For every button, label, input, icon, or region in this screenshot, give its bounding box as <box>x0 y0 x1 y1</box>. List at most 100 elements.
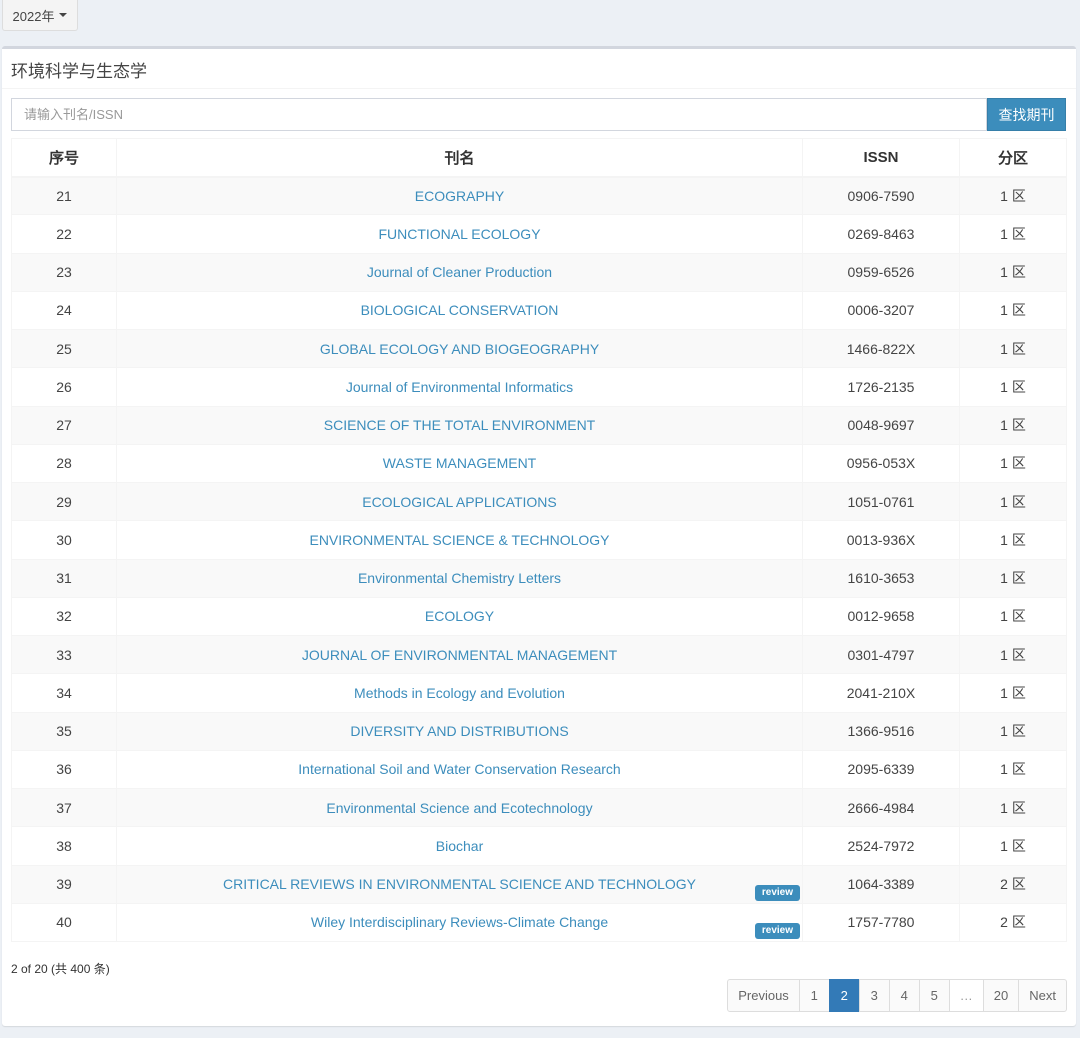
review-badge: review <box>754 884 800 901</box>
journal-link[interactable]: Environmental Science and Ecotechnology <box>326 800 592 816</box>
journal-link[interactable]: ECOLOGY <box>425 608 494 624</box>
journal-name-cell: CRITICAL REVIEWS IN ENVIRONMENTAL SCIENC… <box>116 864 803 904</box>
table-row: 37 Environmental Science and Ecotechnolog… <box>11 787 1067 828</box>
row-number: 24 <box>11 290 117 331</box>
journal-link[interactable]: International Soil and Water Conservatio… <box>298 761 620 777</box>
journal-name-cell: JOURNAL OF ENVIRONMENTAL MANAGEMENT <box>116 634 803 675</box>
zone-cell: 1 区 <box>959 405 1067 445</box>
journal-name-cell: ECOLOGICAL APPLICATIONS <box>116 481 803 522</box>
row-number: 22 <box>11 214 117 254</box>
journal-link[interactable]: FUNCTIONAL ECOLOGY <box>378 226 540 242</box>
journal-link[interactable]: WASTE MANAGEMENT <box>383 455 537 471</box>
journal-link[interactable]: ENVIRONMENTAL SCIENCE & TECHNOLOGY <box>309 532 609 548</box>
row-number: 25 <box>11 328 117 369</box>
journal-link[interactable]: Journal of Environmental Informatics <box>346 379 573 395</box>
row-number: 30 <box>11 520 117 560</box>
table-row: 22 FUNCTIONAL ECOLOGY 0269-8463 1 区 <box>11 214 1067 254</box>
header-name: 刊名 <box>116 138 803 178</box>
row-number: 23 <box>11 252 117 292</box>
table-row: 25 GLOBAL ECOLOGY AND BIOGEOGRAPHY 1466-82… <box>11 328 1067 369</box>
issn-cell: 1064-3389 <box>802 864 960 904</box>
table-row: 29 ECOLOGICAL APPLICATIONS 1051-0761 1 区 <box>11 481 1067 522</box>
page-button-3[interactable]: 3 <box>858 979 890 1012</box>
year-dropdown[interactable]: 2022年 <box>2 0 78 31</box>
journal-link[interactable]: JOURNAL OF ENVIRONMENTAL MANAGEMENT <box>302 647 617 663</box>
table-row: 34 Methods in Ecology and Evolution 2041-2… <box>11 673 1067 713</box>
previous-page-button[interactable]: Previous <box>727 979 800 1012</box>
journal-name-cell: BIOLOGICAL CONSERVATION <box>116 290 803 331</box>
row-number: 34 <box>11 673 117 713</box>
page-button-20[interactable]: 20 <box>982 979 1020 1012</box>
journal-link[interactable]: Journal of Cleaner Production <box>367 264 552 280</box>
row-number: 38 <box>11 826 117 866</box>
issn-cell: 2041-210X <box>802 673 960 713</box>
journal-name-cell: ECOLOGY <box>116 596 803 637</box>
row-number: 29 <box>11 481 117 522</box>
header-issn: ISSN <box>802 138 960 178</box>
issn-cell: 1726-2135 <box>802 367 960 407</box>
issn-cell: 2095-6339 <box>802 749 960 790</box>
journal-link[interactable]: Biochar <box>436 838 483 854</box>
journal-name-cell: WASTE MANAGEMENT <box>116 443 803 484</box>
issn-cell: 0959-6526 <box>802 252 960 292</box>
page-button-5[interactable]: 5 <box>918 979 950 1012</box>
journal-link[interactable]: DIVERSITY AND DISTRIBUTIONS <box>350 723 568 739</box>
issn-cell: 0956-053X <box>802 443 960 484</box>
category-title: 环境科学与生态学 <box>2 49 1076 89</box>
journal-link[interactable]: ECOGRAPHY <box>415 188 504 204</box>
journal-name-cell: ENVIRONMENTAL SCIENCE & TECHNOLOGY <box>116 520 803 560</box>
row-number: 37 <box>11 787 117 828</box>
row-number: 21 <box>11 175 117 216</box>
zone-cell: 1 区 <box>959 596 1067 637</box>
journal-table: 序号 刊名 ISSN 分区 21 ECOGRAPHY 0906-7590 1 区 22 F… <box>11 138 1067 943</box>
search-input[interactable] <box>11 98 987 131</box>
row-number: 33 <box>11 634 117 675</box>
issn-cell: 1757-7780 <box>802 902 960 943</box>
zone-cell: 1 区 <box>959 711 1067 751</box>
next-page-button[interactable]: Next <box>1018 979 1067 1012</box>
page-button-1[interactable]: 1 <box>798 979 830 1012</box>
zone-cell: 1 区 <box>959 749 1067 790</box>
table-row: 21 ECOGRAPHY 0906-7590 1 区 <box>11 175 1067 216</box>
journal-link[interactable]: CRITICAL REVIEWS IN ENVIRONMENTAL SCIENC… <box>223 876 696 892</box>
table-row: 23 Journal of Cleaner Production 0959-6526… <box>11 252 1067 292</box>
header-no: 序号 <box>11 138 117 178</box>
journal-link[interactable]: Methods in Ecology and Evolution <box>354 685 565 701</box>
row-number: 40 <box>11 902 117 943</box>
zone-cell: 1 区 <box>959 826 1067 866</box>
row-number: 39 <box>11 864 117 904</box>
issn-cell: 0013-936X <box>802 520 960 560</box>
issn-cell: 0269-8463 <box>802 214 960 254</box>
issn-cell: 2666-4984 <box>802 787 960 828</box>
journal-name-cell: FUNCTIONAL ECOLOGY <box>116 214 803 254</box>
issn-cell: 1051-0761 <box>802 481 960 522</box>
journal-name-cell: International Soil and Water Conservatio… <box>116 749 803 790</box>
page-button-2[interactable]: 2 <box>828 979 860 1012</box>
journal-link[interactable]: Environmental Chemistry Letters <box>358 570 561 586</box>
journal-link[interactable]: SCIENCE OF THE TOTAL ENVIRONMENT <box>324 417 595 433</box>
table-row: 24 BIOLOGICAL CONSERVATION 0006-3207 1 区 <box>11 290 1067 331</box>
issn-cell: 1366-9516 <box>802 711 960 751</box>
journal-link[interactable]: GLOBAL ECOLOGY AND BIOGEOGRAPHY <box>320 341 599 357</box>
zone-cell: 1 区 <box>959 252 1067 292</box>
issn-cell: 2524-7972 <box>802 826 960 866</box>
table-header-row: 序号 刊名 ISSN 分区 <box>11 138 1067 178</box>
zone-cell: 1 区 <box>959 481 1067 522</box>
search-button[interactable]: 查找期刊 <box>987 98 1066 131</box>
table-row: 33 JOURNAL OF ENVIRONMENTAL MANAGEMENT 030… <box>11 634 1067 675</box>
issn-cell: 0906-7590 <box>802 175 960 216</box>
zone-cell: 1 区 <box>959 520 1067 560</box>
zone-cell: 2 区 <box>959 864 1067 904</box>
table-row: 27 SCIENCE OF THE TOTAL ENVIRONMENT 0048-9… <box>11 405 1067 445</box>
journal-link[interactable]: BIOLOGICAL CONSERVATION <box>361 302 559 318</box>
journal-link[interactable]: Wiley Interdisciplinary Reviews-Climate … <box>311 914 608 930</box>
journal-link[interactable]: ECOLOGICAL APPLICATIONS <box>362 494 557 510</box>
issn-cell: 0012-9658 <box>802 596 960 637</box>
journal-name-cell: Biochar <box>116 826 803 866</box>
page-button-4[interactable]: 4 <box>888 979 920 1012</box>
row-number: 35 <box>11 711 117 751</box>
issn-cell: 0006-3207 <box>802 290 960 331</box>
journal-name-cell: SCIENCE OF THE TOTAL ENVIRONMENT <box>116 405 803 445</box>
pagination: Previous 1 2 3 4 5… 20 Next <box>727 979 1067 1012</box>
table-row: 32 ECOLOGY 0012-9658 1 区 <box>11 596 1067 637</box>
